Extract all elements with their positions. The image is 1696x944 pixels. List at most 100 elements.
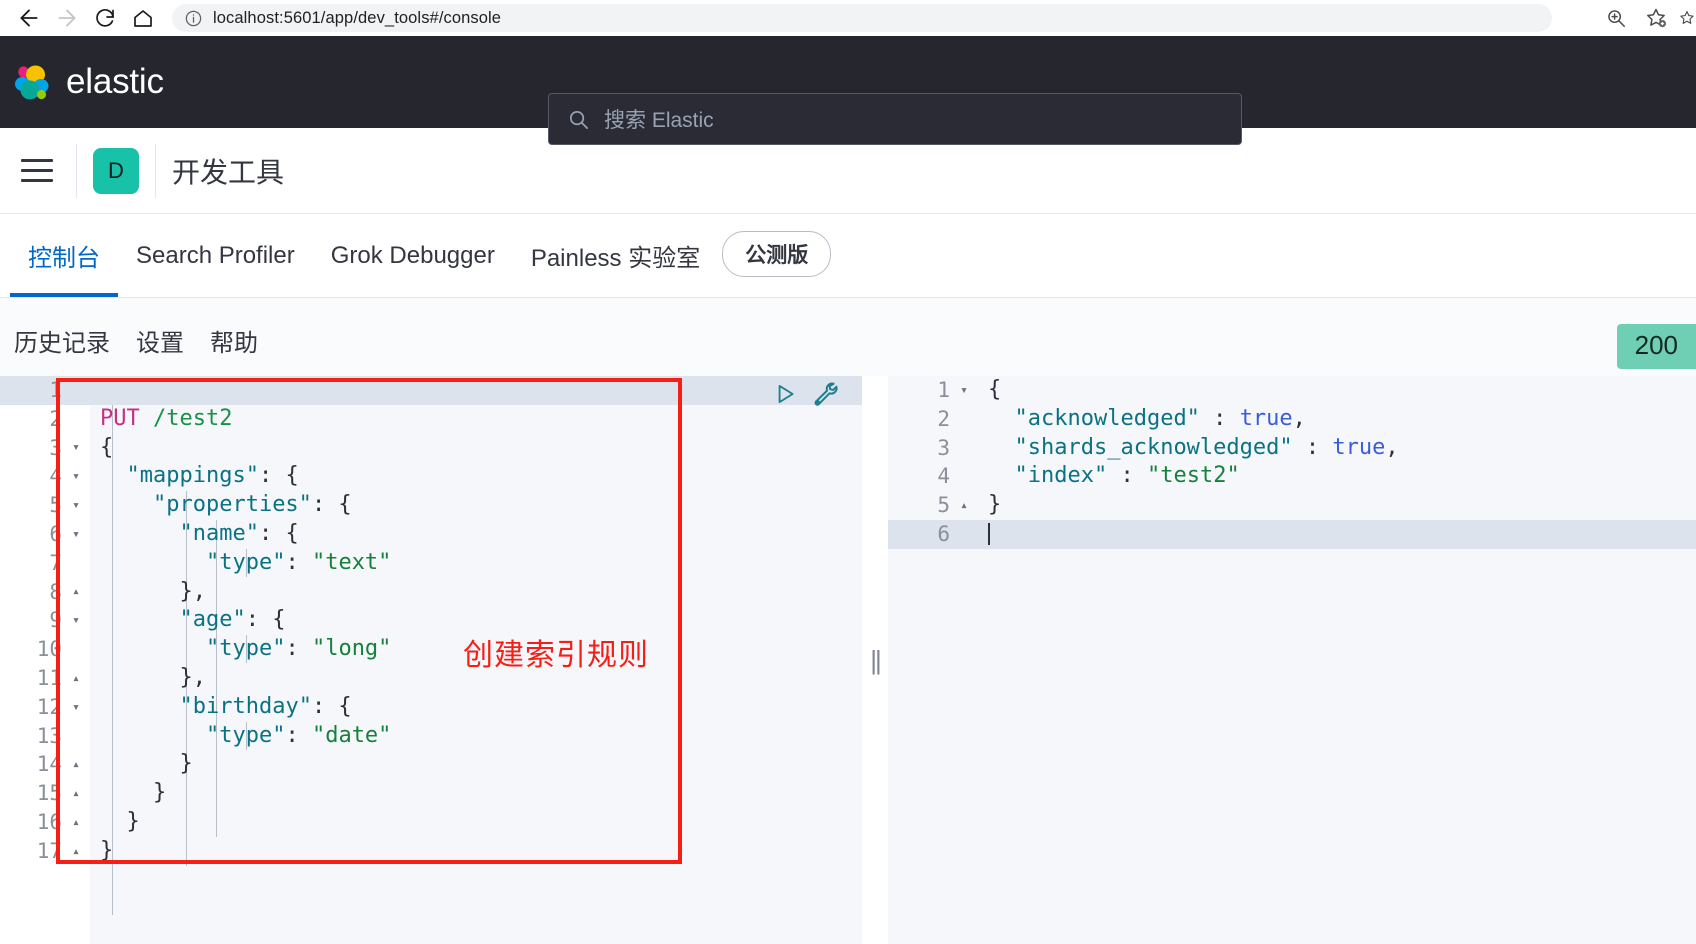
fold-toggle-icon[interactable]: ▾ [950, 384, 978, 397]
elastic-global-header: elastic 搜索 Elastic [0, 36, 1696, 145]
fold-toggle-icon[interactable]: ▾ [62, 470, 90, 483]
code-text: "birthday": { [90, 693, 351, 722]
home-icon[interactable] [124, 3, 162, 33]
token-key: "birthday" [179, 693, 312, 719]
fold-toggle-icon[interactable]: ▴ [62, 672, 90, 685]
menu-icon[interactable] [14, 148, 60, 194]
code-line[interactable]: 5 ▾ "properties": { [0, 491, 862, 520]
code-line[interactable]: 7 "type": "text" [0, 549, 862, 578]
line-number: 10 [36, 637, 62, 662]
token-str: "long" [311, 636, 392, 662]
code-text: "name": { [90, 520, 298, 549]
tab-grok-debugger-label: Grok Debugger [330, 241, 495, 269]
code-line[interactable]: 15 ▴ } [0, 779, 862, 808]
tab-grok-debugger[interactable]: Grok Debugger [313, 214, 513, 297]
token-key: "shards_acknowledged" [1014, 434, 1293, 460]
tab-console[interactable]: 控制台 [10, 214, 118, 297]
search-icon [567, 108, 590, 131]
request-editor-pane[interactable]: 1 2 PUT /test2 3 ▾{4 ▾ "mappings": {5 ▾ "prope… [0, 376, 862, 944]
fold-toggle-icon[interactable]: ▾ [62, 499, 90, 512]
code-text: "properties": { [90, 491, 352, 520]
line-number: 1 [49, 378, 62, 402]
back-icon[interactable] [10, 3, 48, 33]
token-str: "test2" [1146, 463, 1240, 489]
elastic-logo[interactable]: elastic [0, 61, 164, 103]
toolbar-history[interactable]: 历史记录 [14, 323, 110, 358]
bookmark-star-icon[interactable] [1638, 2, 1674, 34]
response-code[interactable]: 1 ▾{2 "acknowledged" : true, 3 "shards_ack… [888, 376, 1696, 549]
token-key: "properties" [152, 492, 312, 518]
token-bool: true [1332, 434, 1386, 460]
pane-resizer[interactable]: || [862, 376, 888, 944]
tab-search-profiler[interactable]: Search Profiler [118, 214, 313, 297]
code-line[interactable]: 2 PUT /test2 [0, 405, 862, 434]
console-editors: 1 2 PUT /test2 3 ▾{4 ▾ "mappings": {5 ▾ "prope… [0, 376, 1696, 944]
code-line[interactable]: 14 ▴ } [0, 750, 862, 779]
code-line[interactable]: 5 ▴} [888, 491, 1696, 520]
line-number: 1 [937, 378, 950, 402]
fold-toggle-icon[interactable]: ▾ [62, 614, 90, 627]
code-line[interactable]: 11 ▴ }, [0, 664, 862, 693]
fold-toggle-icon[interactable]: ▴ [950, 499, 978, 512]
code-line[interactable]: 1 [0, 376, 862, 405]
token-method: PUT [100, 405, 140, 431]
wrench-icon[interactable] [812, 380, 840, 408]
code-line[interactable]: 3 ▾ { [0, 434, 862, 463]
elastic-wordmark: elastic [66, 62, 164, 101]
tab-painless-lab[interactable]: Painless 实验室 [513, 214, 718, 297]
response-editor-pane[interactable]: 1 ▾{2 "acknowledged" : true, 3 "shards_ack… [888, 376, 1696, 944]
code-line[interactable]: 4 "index" : "test2" [888, 462, 1696, 491]
fold-toggle-icon[interactable]: ▾ [62, 528, 90, 541]
line-number: 17 [36, 838, 62, 863]
global-search-input[interactable]: 搜索 Elastic [548, 93, 1242, 145]
code-line[interactable]: 2 "acknowledged" : true, [888, 405, 1696, 434]
fold-toggle-icon[interactable]: ▾ [62, 701, 90, 714]
code-line[interactable]: 4 ▾ "mappings": { [0, 462, 862, 491]
code-line[interactable]: 13 "type": "date" [0, 722, 862, 751]
reload-icon[interactable] [86, 3, 124, 33]
toolbar-help[interactable]: 帮助 [210, 323, 258, 358]
code-line[interactable]: 6 [888, 519, 1696, 549]
page-title: 开发工具 [172, 156, 285, 188]
line-number: 3 [937, 435, 950, 460]
code-text: PUT /test2 [90, 405, 232, 434]
console-toolbar: 历史记录 设置 帮助 200 [0, 298, 1696, 383]
collections-icon[interactable] [1678, 2, 1696, 34]
forward-icon[interactable] [48, 3, 86, 33]
zoom-in-icon[interactable] [1598, 2, 1634, 34]
code-line[interactable]: 1 ▾ { [888, 376, 1696, 405]
code-line[interactable]: 9 ▾ "age": { [0, 606, 862, 635]
global-search-placeholder: 搜索 Elastic [604, 109, 714, 132]
code-line[interactable]: 6 ▾ "name": { [0, 520, 862, 549]
line-number: 3 [49, 435, 62, 460]
token-key: "type" [205, 549, 286, 575]
status-badge: 200 [1616, 324, 1696, 369]
code-line[interactable]: 10 "type": "long" [0, 635, 862, 664]
space-avatar[interactable]: D [93, 147, 139, 194]
address-bar[interactable]: localhost:5601/app/dev_tools#/console [172, 4, 1552, 32]
fold-toggle-icon[interactable]: ▴ [62, 816, 90, 829]
code-line[interactable]: 12 ▾ "birthday": { [0, 693, 862, 722]
request-code[interactable]: 1 2 PUT /test2 3 ▾{4 ▾ "mappings": {5 ▾ "prope… [0, 376, 862, 866]
fold-toggle-icon[interactable]: ▴ [62, 585, 90, 598]
play-icon[interactable] [772, 381, 798, 407]
token-key: "mappings" [126, 463, 259, 489]
elastic-mark-icon [10, 61, 52, 103]
code-line[interactable]: 17 ▴} [0, 837, 862, 866]
fold-toggle-icon[interactable]: ▴ [62, 845, 90, 858]
toolbar-settings[interactable]: 设置 [136, 323, 184, 358]
code-text: "type": "text" [90, 549, 391, 578]
line-number: 7 [49, 550, 62, 575]
token-punct: : { [258, 463, 299, 489]
code-line[interactable]: 8 ▴ }, [0, 578, 862, 607]
fold-toggle-icon[interactable]: ▾ [62, 441, 90, 454]
code-line[interactable]: 3 "shards_acknowledged" : true, [888, 434, 1696, 463]
code-line[interactable]: 16 ▴ } [0, 808, 862, 837]
code-text: } [90, 808, 140, 837]
fold-toggle-icon[interactable]: ▴ [62, 787, 90, 800]
fold-toggle-icon[interactable]: ▴ [62, 758, 90, 771]
